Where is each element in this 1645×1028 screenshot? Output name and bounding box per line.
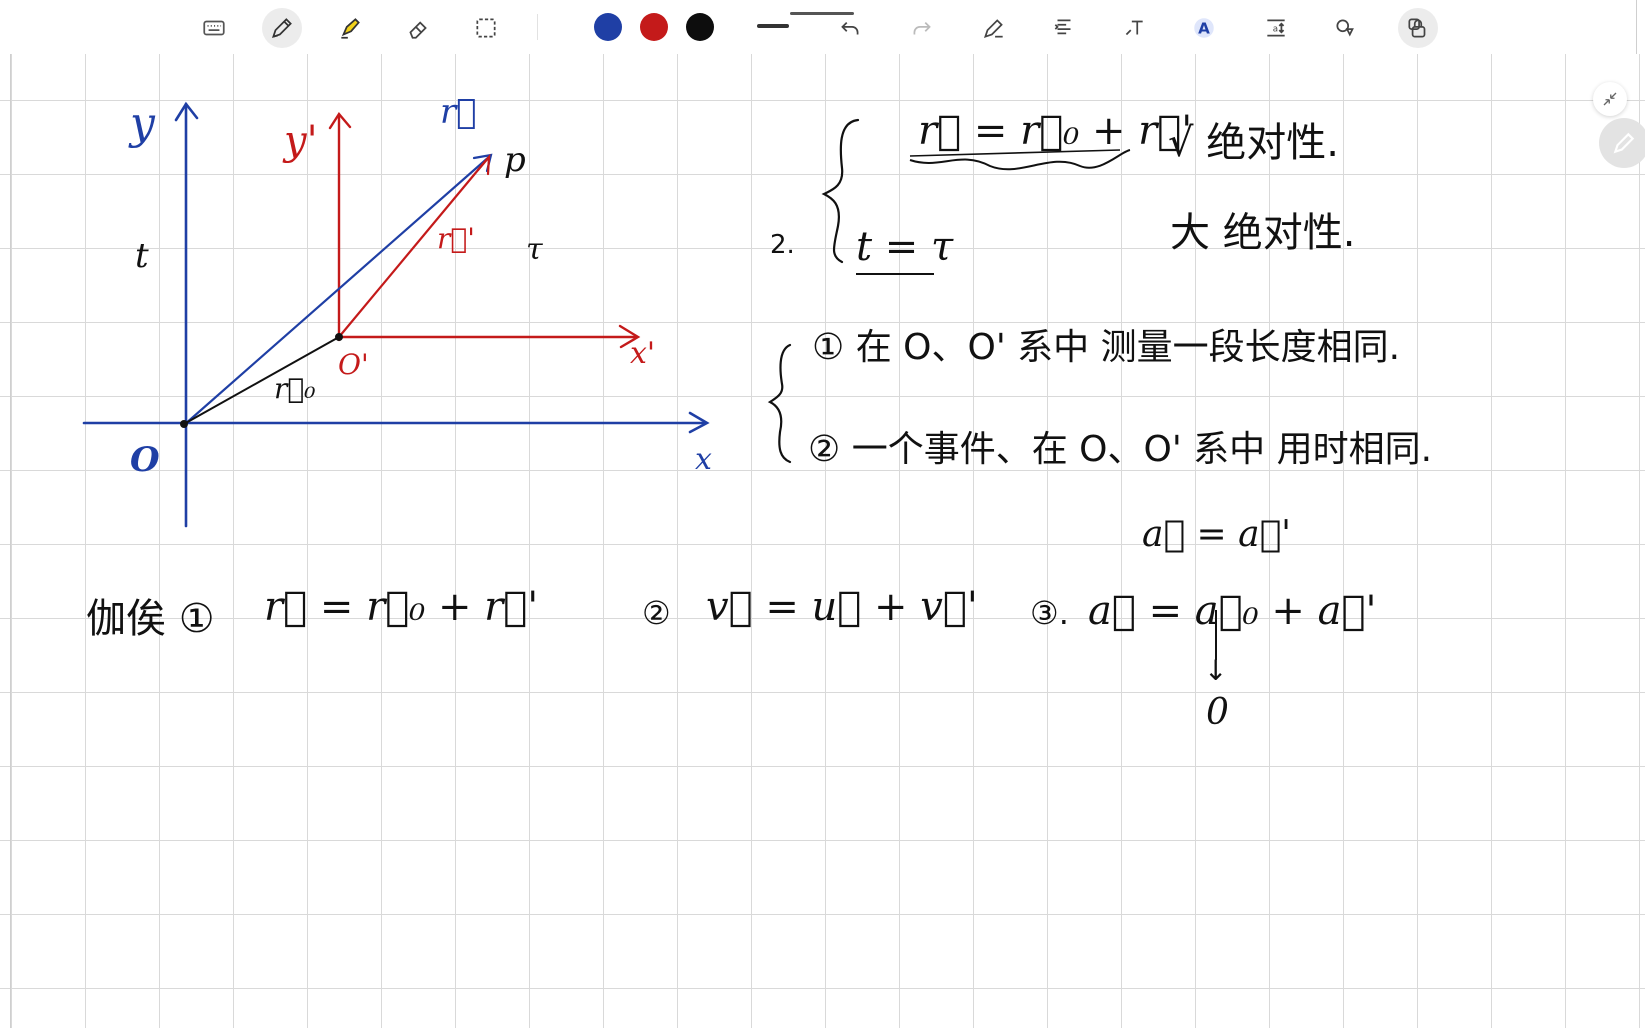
zero-result: 0 — [1206, 692, 1229, 733]
label-y-prime: y' — [284, 118, 318, 164]
label-y: y — [130, 98, 155, 149]
vector-r0 — [180, 333, 343, 428]
note-line1-mark: √ 绝对性. — [1168, 120, 1339, 166]
collapse-icon[interactable] — [1593, 82, 1627, 116]
note-accel-eq: a⃗ = a⃗' — [1142, 514, 1292, 555]
handwriting-diagram — [82, 101, 1217, 660]
edit-pencil-icon[interactable] — [1599, 118, 1645, 168]
label-t: t — [135, 236, 149, 276]
note-item2: ② 一个事件、在 O、O' 系中 用时相同. — [808, 429, 1433, 470]
label-vector-r: r⃗ — [440, 92, 477, 132]
note-line2-prefix: 2. — [770, 230, 795, 260]
label-tau: τ — [526, 232, 543, 267]
label-x-prime: x' — [630, 336, 656, 371]
down-arrow: ↓ — [1204, 654, 1228, 687]
bottom-eq3-prefix: ③. — [1030, 594, 1069, 632]
note-line2-eq: t = τ — [856, 224, 954, 270]
label-o-prime: O' — [338, 348, 369, 381]
label-vector-r0: r⃗₀ — [274, 372, 316, 405]
label-origin: O — [130, 440, 160, 480]
label-p: p — [504, 140, 526, 180]
note-line1-eq: r⃗ = r⃗₀ + r⃗' — [918, 108, 1193, 154]
bottom-eq2-prefix: ② — [642, 594, 671, 632]
bottom-eq2: v⃗ = u⃗ + v⃗' — [706, 584, 978, 630]
note-line2-mark: 大 绝对性. — [1170, 210, 1356, 256]
label-x: x — [695, 442, 712, 477]
note-item1: ① 在 O、O' 系中 测量一段长度相同. — [812, 327, 1401, 368]
bottom-eq3: a⃗ = a⃗₀ + a⃗' — [1088, 588, 1377, 634]
bottom-eq1: r⃗ = r⃗₀ + r⃗' — [264, 584, 539, 630]
bottom-prefix: 伽俟 ① — [86, 596, 215, 642]
xy-axes — [82, 101, 710, 528]
primed-axes — [328, 111, 641, 349]
brace-group — [767, 118, 860, 464]
label-vector-r-prime: r⃗' — [437, 222, 475, 255]
vector-r — [182, 153, 493, 427]
